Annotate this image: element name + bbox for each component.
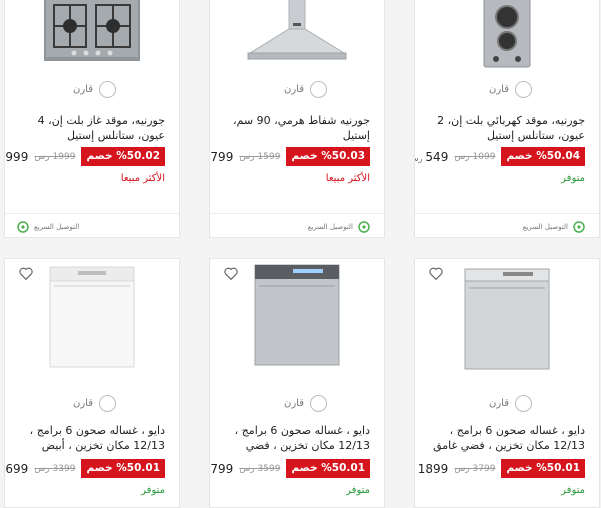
current-price: 1899رس <box>417 461 449 476</box>
product-image-dishwasher-dark-silver[interactable] <box>463 267 551 371</box>
compare-checkbox[interactable] <box>310 81 327 98</box>
best-seller-label: الأكثر مبيعا <box>120 173 165 184</box>
price-row: %50.03 خصم 1599 رس 799رس <box>210 147 370 166</box>
product-title[interactable]: جورنيه شفاط هرمي، 90 سم، إستيل <box>218 113 370 143</box>
current-price: 799رس <box>210 149 234 164</box>
discount-badge: %50.02 خصم <box>81 147 165 166</box>
product-card[interactable]: قارن جورنيه شفاط هرمي، 90 سم، إستيل %50.… <box>209 0 385 238</box>
product-card[interactable]: قارن دايو ، غساله صحون 6 برامج ، 12/13 م… <box>209 258 385 508</box>
current-price: 999رس <box>5 149 29 164</box>
compare-label: قارن <box>284 398 304 409</box>
in-stock-label: متوفر <box>346 485 370 496</box>
compare-toggle[interactable]: قارن <box>489 395 532 412</box>
compare-toggle[interactable]: قارن <box>284 395 327 412</box>
in-stock-label: متوفر <box>141 485 165 496</box>
current-price: 549رس <box>415 149 449 164</box>
price-row: %50.01 خصم 3799 رس 1899رس <box>415 459 585 478</box>
product-title[interactable]: دايو ، غساله صحون 6 برامج ، 12/13 مكان ت… <box>13 423 165 453</box>
compare-toggle[interactable]: قارن <box>489 81 532 98</box>
compare-toggle[interactable]: قارن <box>284 81 327 98</box>
product-title[interactable]: جورنيه، موقد غاز بلت إن، 4 عيون، ستانلس … <box>13 113 165 143</box>
compare-checkbox[interactable] <box>515 395 532 412</box>
fast-delivery: التوصيل السريع <box>523 221 585 233</box>
product-image-dishwasher-silver[interactable] <box>253 263 341 367</box>
discount-badge: %50.01 خصم <box>286 459 370 478</box>
wishlist-heart-icon[interactable] <box>19 267 33 280</box>
discount-badge: %50.03 خصم <box>286 147 370 166</box>
discount-badge: %50.04 خصم <box>501 147 585 166</box>
product-card[interactable]: قارن جورنيه، موقد غاز بلت إن، 4 عيون، ست… <box>4 0 180 238</box>
compare-label: قارن <box>489 84 509 95</box>
price-row: %50.04 خصم 1099 رس 549رس <box>415 147 585 166</box>
discount-badge: %50.01 خصم <box>501 459 585 478</box>
card-footer: التوصيل السريع <box>210 213 384 237</box>
current-price: 1699رس <box>5 461 29 476</box>
compare-checkbox[interactable] <box>99 395 116 412</box>
fast-delivery-icon <box>358 221 370 233</box>
old-price: 1999 رس <box>34 151 76 162</box>
product-card[interactable]: قارن دايو ، غساله صحون 6 برامج ، 12/13 م… <box>4 258 180 508</box>
product-card[interactable]: قارن دايو ، غساله صحون 6 برامج ، 12/13 م… <box>414 258 600 508</box>
compare-toggle[interactable]: قارن <box>73 81 116 98</box>
discount-badge: %50.01 خصم <box>81 459 165 478</box>
price-row: %50.01 خصم 3599 رس 1799رس <box>210 459 370 478</box>
product-title[interactable]: جورنيه، موقد كهربائي بلت إن، 2 عيون، ستا… <box>423 113 585 143</box>
compare-checkbox[interactable] <box>99 81 116 98</box>
compare-label: قارن <box>489 398 509 409</box>
fast-delivery: التوصيل السريع <box>308 221 370 233</box>
fast-delivery-icon <box>573 221 585 233</box>
in-stock-label: متوفر <box>561 485 585 496</box>
card-footer: التوصيل السريع <box>5 213 179 237</box>
compare-label: قارن <box>73 84 93 95</box>
best-seller-label: الأكثر مبيعا <box>325 173 370 184</box>
compare-label: قارن <box>73 398 93 409</box>
old-price: 1099 رس <box>454 151 496 162</box>
product-image-cooker-hood[interactable] <box>242 0 352 63</box>
old-price: 1599 رس <box>239 151 281 162</box>
price-row: %50.02 خصم 1999 رس 999رس <box>5 147 165 166</box>
old-price: 3799 رس <box>454 463 496 474</box>
product-title[interactable]: دايو ، غساله صحون 6 برامج ، 12/13 مكان ت… <box>423 423 585 453</box>
old-price: 3399 رس <box>34 463 76 474</box>
wishlist-heart-icon[interactable] <box>224 267 238 280</box>
fast-delivery: التوصيل السريع <box>17 221 79 233</box>
in-stock-label: متوفر <box>561 173 585 184</box>
compare-checkbox[interactable] <box>515 81 532 98</box>
current-price: 1799رس <box>210 461 234 476</box>
compare-toggle[interactable]: قارن <box>73 395 116 412</box>
card-footer: التوصيل السريع <box>415 213 599 237</box>
compare-label: قارن <box>284 84 304 95</box>
fast-delivery-icon <box>17 221 29 233</box>
wishlist-heart-icon[interactable] <box>429 267 443 280</box>
price-row: %50.01 خصم 3399 رس 1699رس <box>5 459 165 478</box>
product-card[interactable]: قارن جورنيه، موقد كهربائي بلت إن، 2 عيون… <box>414 0 600 238</box>
product-image-electric-hob[interactable] <box>482 0 532 69</box>
product-image-gas-hob[interactable] <box>44 0 140 61</box>
product-title[interactable]: دايو ، غساله صحون 6 برامج ، 12/13 مكان ت… <box>218 423 370 453</box>
product-image-dishwasher-white[interactable] <box>48 265 136 369</box>
old-price: 3599 رس <box>239 463 281 474</box>
compare-checkbox[interactable] <box>310 395 327 412</box>
